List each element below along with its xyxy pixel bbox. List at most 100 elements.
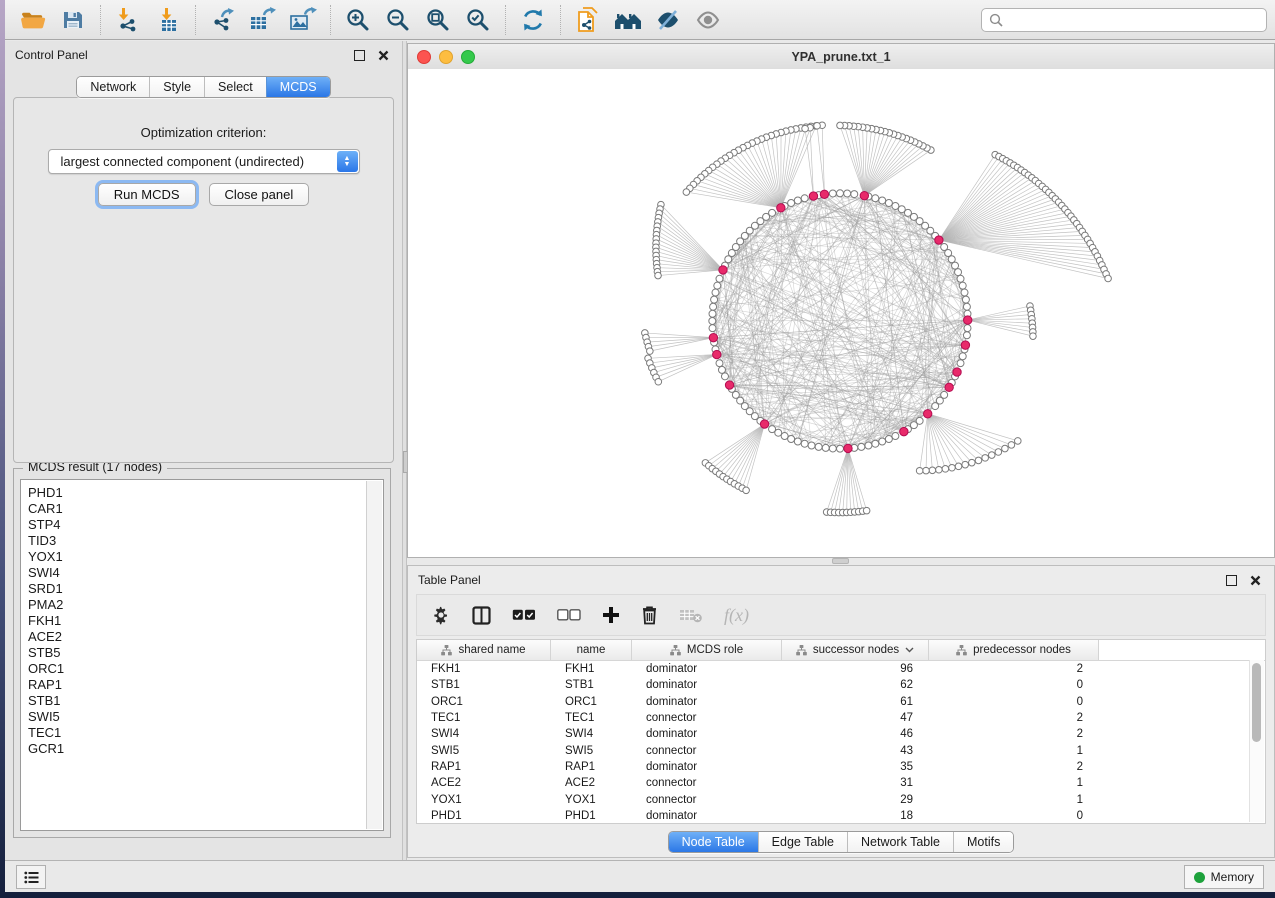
table-row[interactable]: SWI5SWI5connector431 [417, 742, 1265, 758]
column-header-name[interactable]: name [551, 640, 632, 660]
tab-edge-table[interactable]: Edge Table [758, 832, 847, 852]
import-table-icon[interactable] [148, 3, 188, 37]
export-network-icon[interactable] [203, 3, 243, 37]
mcds-result-item[interactable]: CAR1 [28, 501, 361, 517]
table-cell: connector [632, 794, 782, 806]
mcds-result-item[interactable]: SWI5 [28, 709, 361, 725]
table-row[interactable]: RAP1RAP1dominator352 [417, 759, 1265, 775]
deselect-all-rows-icon[interactable] [557, 602, 581, 628]
create-column-icon[interactable] [602, 602, 620, 628]
table-row[interactable]: YOX1YOX1connector291 [417, 791, 1265, 807]
tab-network-table[interactable]: Network Table [847, 832, 953, 852]
zoom-selected-icon[interactable] [458, 3, 498, 37]
table-options-gear-icon[interactable] [431, 602, 451, 628]
birdseye-view-icon[interactable] [688, 3, 728, 37]
table-scrollbar[interactable] [1249, 660, 1264, 822]
mcds-result-item[interactable]: TEC1 [28, 725, 361, 741]
mcds-result-item[interactable]: YOX1 [28, 549, 361, 565]
table-row[interactable]: ACE2ACE2connector311 [417, 775, 1265, 791]
table-row[interactable]: TEC1TEC1connector472 [417, 710, 1265, 726]
close-table-panel-icon[interactable] [1246, 572, 1264, 588]
table-row[interactable]: ORC1ORC1dominator610 [417, 694, 1265, 710]
search-webservice-icon[interactable] [608, 3, 648, 37]
mcds-result-item[interactable]: SRD1 [28, 581, 361, 597]
show-column-selector-icon[interactable] [472, 602, 491, 628]
table-cell: SWI4 [551, 728, 632, 740]
hide-graphics-details-icon[interactable] [648, 3, 688, 37]
run-mcds-button[interactable]: Run MCDS [98, 183, 196, 206]
table-cell: 0 [929, 810, 1099, 822]
table-cell: STB1 [417, 679, 551, 691]
import-network-icon[interactable] [108, 3, 148, 37]
tab-select[interactable]: Select [204, 77, 266, 97]
criterion-dropdown[interactable]: largest connected component (undirected)… [48, 149, 360, 174]
network-canvas[interactable] [408, 69, 1274, 557]
result-list-scrollbar[interactable] [366, 481, 382, 829]
delete-table-icon [679, 602, 703, 628]
close-panel-icon[interactable] [374, 47, 392, 63]
export-table-icon[interactable] [243, 3, 283, 37]
mcds-result-item[interactable]: TID3 [28, 533, 361, 549]
float-panel-icon[interactable] [350, 47, 368, 63]
table-cell: FKH1 [551, 663, 632, 675]
zoom-fit-content-icon[interactable] [418, 3, 458, 37]
select-all-rows-icon[interactable] [512, 602, 536, 628]
mcds-result-item[interactable]: GCR1 [28, 741, 361, 757]
criterion-dropdown-value: largest connected component (undirected) [49, 154, 336, 169]
mcds-result-item[interactable]: PHD1 [28, 485, 361, 501]
table-row[interactable]: FKH1FKH1dominator962 [417, 661, 1265, 677]
tab-motifs[interactable]: Motifs [953, 832, 1013, 852]
export-image-icon[interactable] [283, 3, 323, 37]
close-panel-button[interactable]: Close panel [209, 183, 310, 206]
save-session-icon[interactable] [53, 3, 93, 37]
table-cell: TEC1 [417, 712, 551, 724]
column-header-MCDS-role[interactable]: MCDS role [632, 640, 782, 660]
table-cell: ORC1 [551, 696, 632, 708]
tab-mcds[interactable]: MCDS [266, 77, 330, 97]
table-cell: dominator [632, 810, 782, 822]
mcds-result-item[interactable]: RAP1 [28, 677, 361, 693]
network-graph[interactable] [408, 69, 1274, 557]
mcds-result-item[interactable]: ORC1 [28, 661, 361, 677]
control-panel-titlebar: Control Panel [5, 41, 402, 67]
table-toolbar: f(x) [416, 594, 1266, 636]
refresh-view-icon[interactable] [513, 3, 553, 37]
column-header-filler [1099, 640, 1265, 660]
mcds-result-item[interactable]: STP4 [28, 517, 361, 533]
table-row[interactable]: PHD1PHD1dominator180 [417, 808, 1265, 824]
mcds-result-item[interactable]: FKH1 [28, 613, 361, 629]
column-header-predecessor-nodes[interactable]: predecessor nodes [929, 640, 1099, 660]
column-header-successor-nodes[interactable]: successor nodes [782, 640, 929, 660]
tab-node-table[interactable]: Node Table [669, 832, 758, 852]
table-cell: 1 [929, 777, 1099, 789]
delete-columns-icon[interactable] [641, 602, 658, 628]
zoom-in-icon[interactable] [338, 3, 378, 37]
horizontal-splitter-handle[interactable] [832, 558, 849, 564]
open-session-icon[interactable] [13, 3, 53, 37]
show-panel-list-button[interactable] [16, 865, 46, 889]
mcds-result-item[interactable]: ACE2 [28, 629, 361, 645]
table-cell: 96 [782, 663, 929, 675]
table-cell: 2 [929, 663, 1099, 675]
mcds-result-item[interactable]: STB1 [28, 693, 361, 709]
toolbar-separator [195, 5, 196, 35]
mcds-result-item[interactable]: SWI4 [28, 565, 361, 581]
column-header-shared-name[interactable]: shared name [417, 640, 551, 660]
mcds-result-item[interactable]: PMA2 [28, 597, 361, 613]
toolbar-search-field[interactable] [981, 8, 1267, 32]
tab-style[interactable]: Style [149, 77, 204, 97]
table-scrollbar-thumb[interactable] [1252, 663, 1261, 742]
search-input[interactable] [1003, 12, 1259, 28]
network-window-title: YPA_prune.txt_1 [408, 50, 1274, 64]
zoom-out-icon[interactable] [378, 3, 418, 37]
tab-network[interactable]: Network [77, 77, 149, 97]
table-cell: SWI5 [551, 745, 632, 757]
float-table-panel-icon[interactable] [1222, 572, 1240, 588]
mcds-result-item[interactable]: STB5 [28, 645, 361, 661]
table-row[interactable]: STB1STB1dominator620 [417, 677, 1265, 693]
table-row[interactable]: SWI4SWI4dominator462 [417, 726, 1265, 742]
table-cell: 62 [782, 679, 929, 691]
memory-button[interactable]: Memory [1184, 865, 1264, 889]
network-window: YPA_prune.txt_1 [407, 43, 1275, 558]
new-network-from-file-icon[interactable] [568, 3, 608, 37]
